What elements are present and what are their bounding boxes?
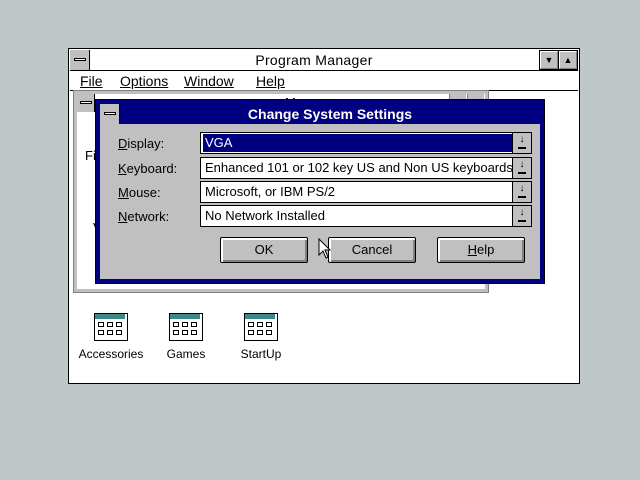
program-manager-title: Program Manager: [255, 52, 373, 68]
minimize-button[interactable]: ▼: [539, 50, 559, 70]
network-label: Network:: [118, 209, 170, 224]
menu-help[interactable]: Help: [256, 72, 285, 90]
program-group-startup[interactable]: StartUp: [221, 313, 301, 373]
program-group-icon: [94, 313, 128, 341]
menu-options[interactable]: Options: [120, 72, 168, 90]
system-menu-icon: [74, 58, 86, 61]
dropdown-arrow-icon[interactable]: ↓: [512, 206, 531, 226]
system-menu-icon: [104, 112, 116, 115]
dialog-title: Change System Settings: [247, 106, 413, 122]
program-group-icon: [169, 313, 203, 341]
menu-help-label: Help: [256, 73, 285, 89]
program-group-label: Accessories: [78, 347, 144, 361]
network-dropdown[interactable]: No Network Installed ↓: [200, 205, 532, 227]
cancel-button[interactable]: Cancel: [328, 237, 416, 263]
program-group-accessories[interactable]: Accessories: [71, 313, 151, 373]
display-dropdown[interactable]: VGA ↓: [200, 132, 532, 154]
mouse-label: Mouse:: [118, 185, 161, 200]
menu-file[interactable]: File: [80, 72, 103, 90]
program-group-games[interactable]: Games: [146, 313, 226, 373]
menu-window-label: Window: [184, 73, 234, 89]
triangle-down-icon: ▼: [544, 55, 554, 65]
mouse-dropdown[interactable]: Microsoft, or IBM PS/2 ↓: [200, 181, 532, 203]
keyboard-dropdown[interactable]: Enhanced 101 or 102 key US and Non US ke…: [200, 157, 532, 179]
mouse-pointer-icon: [318, 238, 332, 259]
keyboard-label: Keyboard:: [118, 161, 178, 176]
menu-options-label: Options: [120, 73, 169, 89]
dropdown-arrow-icon[interactable]: ↓: [512, 158, 531, 178]
ok-button[interactable]: OK: [220, 237, 308, 263]
program-group-label: StartUp: [240, 347, 282, 361]
menu-window[interactable]: Window: [184, 72, 234, 90]
dialog-title-bar[interactable]: Change System Settings: [100, 104, 540, 124]
system-menu-button[interactable]: [70, 50, 90, 70]
dropdown-arrow-icon[interactable]: ↓: [512, 133, 531, 153]
display-value: VGA: [203, 134, 517, 152]
system-menu-button[interactable]: [77, 94, 95, 112]
help-button[interactable]: Help: [437, 237, 525, 263]
program-manager-title-bar[interactable]: Program Manager ▼ ▲: [70, 50, 578, 71]
display-label: Display:: [118, 136, 165, 151]
program-group-icon: [244, 313, 278, 341]
menu-file-label: File: [80, 73, 103, 89]
keyboard-value: Enhanced 101 or 102 key US and Non US ke…: [205, 160, 513, 175]
dropdown-arrow-icon[interactable]: ↓: [512, 182, 531, 202]
menu-bar: File Options Window Help: [70, 71, 578, 91]
maximize-button[interactable]: ▲: [558, 50, 578, 70]
system-menu-icon: [80, 101, 92, 104]
system-menu-button[interactable]: [100, 104, 120, 124]
network-value: No Network Installed: [205, 208, 325, 223]
program-group-label: Games: [166, 347, 206, 361]
mouse-value: Microsoft, or IBM PS/2: [205, 184, 336, 199]
triangle-up-icon: ▲: [563, 55, 573, 65]
